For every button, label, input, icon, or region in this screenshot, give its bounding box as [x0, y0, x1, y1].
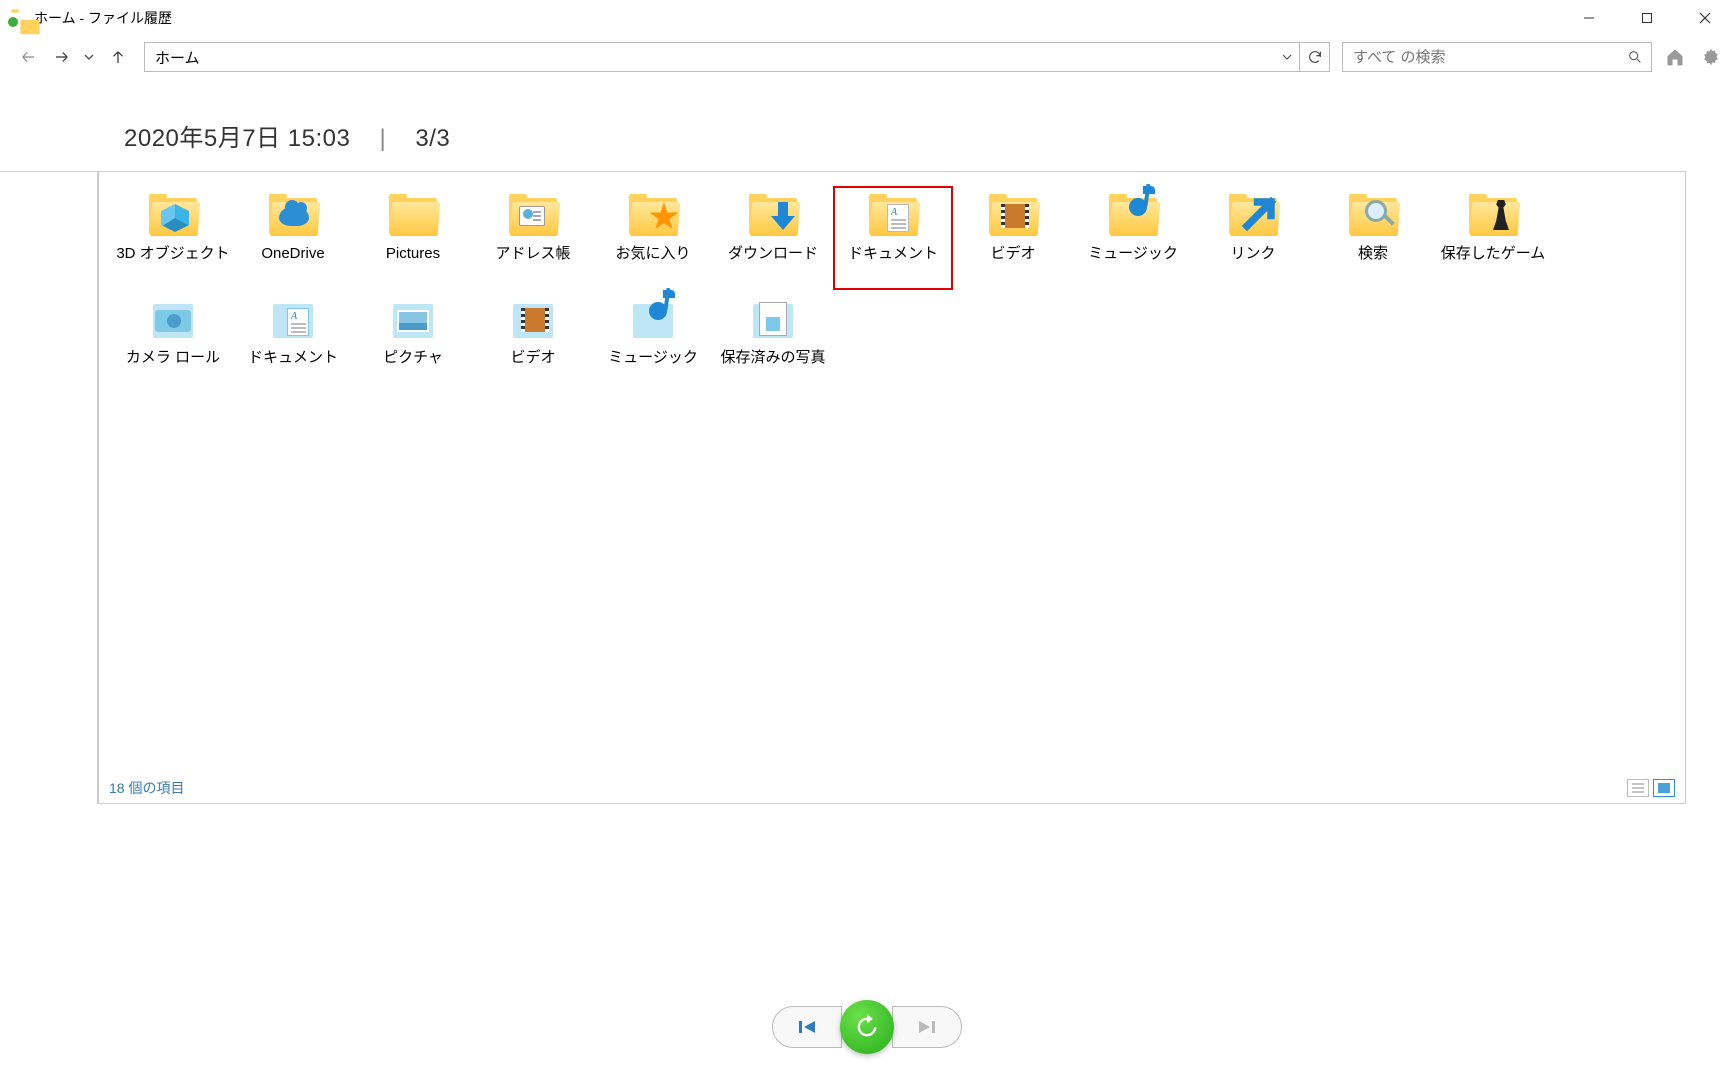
folder-item[interactable]: ドキュメント	[833, 186, 953, 290]
page-indicator: 3/3	[415, 125, 450, 152]
folder-icon	[865, 192, 921, 240]
folder-item[interactable]: ダウンロード	[713, 186, 833, 290]
folder-icon	[265, 192, 321, 240]
folder-icon	[385, 296, 441, 344]
folder-icon	[505, 296, 561, 344]
folder-label: ミュージック	[1088, 244, 1178, 286]
folder-item[interactable]: ドキュメント	[233, 290, 353, 394]
folder-label: 検索	[1358, 244, 1388, 286]
folder-item[interactable]: 保存したゲーム	[1433, 186, 1553, 290]
folder-icon	[505, 192, 561, 240]
playback-controls	[0, 1000, 1734, 1054]
forward-button[interactable]	[48, 43, 76, 71]
folder-item[interactable]: アドレス帳	[473, 186, 593, 290]
folder-label: 保存済みの写真	[720, 348, 825, 390]
up-button[interactable]	[104, 43, 132, 71]
folder-icon	[145, 192, 201, 240]
folder-item[interactable]: ミュージック	[593, 290, 713, 394]
restore-button[interactable]	[840, 1000, 894, 1054]
history-dropdown[interactable]	[82, 52, 96, 62]
details-view-button[interactable]	[1627, 779, 1649, 797]
folder-item[interactable]: 保存済みの写真	[713, 290, 833, 394]
folder-label: お気に入り	[615, 244, 690, 286]
search-input[interactable]	[1343, 49, 1619, 66]
gear-icon[interactable]	[1698, 44, 1724, 70]
item-count: 18 個の項目	[109, 778, 1627, 798]
folder-item[interactable]: ビデオ	[953, 186, 1073, 290]
folder-label: カメラ ロール	[126, 348, 220, 390]
refresh-button[interactable]	[1299, 43, 1329, 71]
folder-icon	[145, 296, 201, 344]
search-button[interactable]	[1619, 43, 1651, 71]
maximize-button[interactable]	[1618, 0, 1676, 36]
folder-item[interactable]: ミュージック	[1073, 186, 1193, 290]
folder-item[interactable]: OneDrive	[233, 186, 353, 290]
close-button[interactable]	[1676, 0, 1734, 36]
address-input[interactable]	[145, 49, 1275, 66]
folder-item[interactable]: 3D オブジェクト	[113, 186, 233, 290]
folder-icon	[985, 192, 1041, 240]
folder-item[interactable]: お気に入り	[593, 186, 713, 290]
folder-label: ドキュメント	[248, 348, 338, 390]
search-bar	[1342, 42, 1652, 72]
folder-label: OneDrive	[261, 244, 324, 286]
folder-item[interactable]: Pictures	[353, 186, 473, 290]
icons-view-button[interactable]	[1653, 779, 1675, 797]
back-button[interactable]	[14, 43, 42, 71]
folder-label: ビデオ	[990, 244, 1035, 286]
status-bar: 18 個の項目	[99, 773, 1685, 803]
next-version-button[interactable]	[892, 1006, 962, 1048]
folder-label: ミュージック	[608, 348, 698, 390]
folder-label: ダウンロード	[728, 244, 818, 286]
folder-item[interactable]: ピクチャ	[353, 290, 473, 394]
folder-icon	[625, 296, 681, 344]
app-icon	[8, 9, 26, 27]
items-grid[interactable]: 3D オブジェクト OneDrive Pictures アドレス帳 お気に入りダウンロー…	[98, 171, 1686, 804]
folder-icon	[1225, 192, 1281, 240]
address-bar	[144, 42, 1330, 72]
folder-icon	[745, 192, 801, 240]
window-controls	[1560, 0, 1734, 36]
home-icon[interactable]	[1662, 44, 1688, 70]
toolbar	[0, 36, 1734, 78]
folder-icon	[385, 192, 441, 240]
previous-version-button[interactable]	[772, 1006, 842, 1048]
folder-icon	[265, 296, 321, 344]
folder-label: 3D オブジェクト	[116, 244, 229, 286]
separator: |	[379, 125, 386, 152]
folder-item[interactable]: ビデオ	[473, 290, 593, 394]
window-title: ホーム - ファイル履歴	[34, 8, 1560, 28]
header-line: 2020年5月7日 15:03 | 3/3	[0, 78, 1734, 171]
folder-icon	[745, 296, 801, 344]
folder-item[interactable]: リンク	[1193, 186, 1313, 290]
nav-pane[interactable]	[0, 171, 98, 804]
folder-item[interactable]: 検索	[1313, 186, 1433, 290]
folder-label: ビデオ	[510, 348, 555, 390]
folder-label: ピクチャ	[383, 348, 443, 390]
folder-icon	[1465, 192, 1521, 240]
titlebar: ホーム - ファイル履歴	[0, 0, 1734, 36]
content: 2020年5月7日 15:03 | 3/3 3D オブジェクト OneDrive P…	[0, 78, 1734, 804]
folder-label: リンク	[1230, 244, 1275, 286]
folder-label: ドキュメント	[848, 244, 938, 286]
folder-label: 保存したゲーム	[1441, 244, 1546, 286]
folder-label: Pictures	[386, 244, 440, 286]
backup-datetime: 2020年5月7日 15:03	[124, 125, 350, 152]
folder-icon	[1105, 192, 1161, 240]
address-dropdown[interactable]	[1275, 43, 1299, 71]
folder-label: アドレス帳	[495, 244, 570, 286]
folder-icon	[1345, 192, 1401, 240]
minimize-button[interactable]	[1560, 0, 1618, 36]
folder-icon	[625, 192, 681, 240]
folder-item[interactable]: カメラ ロール	[113, 290, 233, 394]
